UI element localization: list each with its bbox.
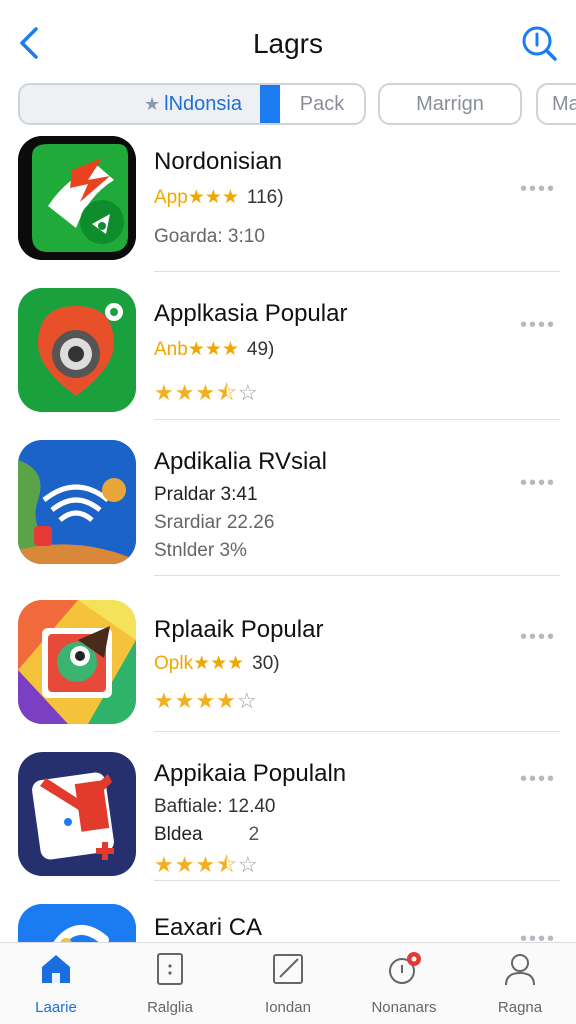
- document-icon: [157, 953, 183, 985]
- app-rating-text: App★★★ 116): [154, 186, 284, 209]
- chip-marrign[interactable]: Marrign: [378, 83, 522, 125]
- chip-label: lNdonsia: [164, 92, 242, 115]
- page-title: Lagrs: [252, 28, 324, 59]
- chip-indonesia[interactable]: ★ lNdonsia: [18, 83, 292, 125]
- app-detail: Baftiale: 12.40: [154, 796, 276, 817]
- more-options-button[interactable]: ••••: [520, 768, 556, 791]
- app-name: Apdikalia RVsial: [154, 448, 327, 475]
- header: Lagrs: [0, 0, 576, 80]
- divider: [154, 419, 560, 420]
- ellipsis-icon: ••••: [519, 768, 556, 790]
- star-rating: ★★★★☆: [154, 688, 258, 713]
- tab-label: Ralglia: [147, 999, 193, 1016]
- list-item[interactable]: Eaxari CA ••••: [0, 904, 576, 942]
- app-name: Rplaaik Popular: [154, 616, 324, 643]
- home-icon: [42, 955, 70, 983]
- tab-ralglia[interactable]: Ralglia: [120, 951, 220, 1021]
- chip-label: Pack: [299, 92, 345, 115]
- detail-label: Bldea: [154, 824, 203, 845]
- ellipsis-icon: ••••: [519, 314, 556, 336]
- app-list: Nordonisian App★★★ 116) Goarda: 3:10 ••••…: [0, 130, 576, 942]
- rating-count: 116): [246, 187, 284, 208]
- more-options-button[interactable]: ••••: [520, 626, 556, 649]
- divider: [154, 575, 560, 576]
- filter-chips: ★ lNdonsia Pack Marrign Ma: [18, 83, 576, 127]
- app-name: Eaxari CA: [154, 914, 263, 941]
- tab-bar: Laarie Ralglia Iondan Nonanars Ragna: [0, 942, 576, 1024]
- tab-label: Nonanars: [371, 999, 437, 1016]
- app-icon: [18, 440, 136, 564]
- tab-iondan[interactable]: Iondan: [238, 951, 338, 1021]
- rating-label: Oplk★★★: [154, 653, 245, 674]
- list-item[interactable]: Nordonisian App★★★ 116) Goarda: 3:10 ••••: [0, 136, 576, 276]
- chip-pack[interactable]: Pack: [280, 83, 366, 125]
- chip-label: Ma: [552, 92, 576, 115]
- app-icon: [18, 904, 136, 942]
- star-icon: ★: [144, 93, 161, 114]
- app-detail: Praldar 3:41: [154, 484, 258, 505]
- ellipsis-icon: ••••: [519, 626, 556, 648]
- tab-label: Iondan: [265, 999, 311, 1016]
- edit-icon: [273, 954, 303, 984]
- app-icon: [18, 288, 136, 412]
- ellipsis-icon: ••••: [519, 472, 556, 494]
- ellipsis-icon: ••••: [519, 928, 556, 942]
- divider: [154, 271, 560, 272]
- profile-icon: [505, 954, 535, 986]
- more-options-button[interactable]: ••••: [520, 314, 556, 337]
- chip-label: Marrign: [416, 92, 484, 115]
- tab-ragna[interactable]: Ragna: [470, 951, 570, 1021]
- app-detail: Goarda: 3:10: [154, 226, 265, 247]
- list-item[interactable]: Apdikalia RVsial Praldar 3:41 Srardiar 2…: [0, 440, 576, 590]
- app-icon: [18, 752, 136, 876]
- more-options-button[interactable]: ••••: [520, 928, 556, 942]
- list-item[interactable]: Appikaia Populaln Baftiale: 12.40 Bldea 2…: [0, 752, 576, 902]
- more-options-button[interactable]: ••••: [520, 472, 556, 495]
- rating-count: 49): [246, 339, 275, 360]
- app-name: Appikaia Populaln: [154, 760, 347, 787]
- search-button[interactable]: [520, 24, 558, 62]
- divider: [154, 880, 560, 881]
- app-detail: Srardiar 22.26: [154, 512, 275, 533]
- rating-label: Anb★★★: [154, 339, 239, 360]
- tab-nonanars[interactable]: Nonanars: [354, 951, 454, 1021]
- app-name: Nordonisian: [154, 148, 283, 175]
- chip-ma[interactable]: Ma: [536, 83, 576, 125]
- list-item[interactable]: Applkasia Popular Anb★★★ 49) ★★★⯪☆ ••••: [0, 288, 576, 428]
- ellipsis-icon: ••••: [519, 178, 556, 200]
- tab-label: Laarie: [35, 999, 77, 1016]
- app-rating-text: Oplk★★★ 30): [154, 652, 280, 675]
- app-icon: [18, 600, 136, 724]
- app-detail: Stnlder 3%: [154, 540, 247, 561]
- app-detail: Bldea 2: [154, 824, 259, 846]
- rating-count: 30): [252, 653, 280, 674]
- star-rating: ★★★⯪☆: [154, 380, 259, 405]
- app-rating-text: Anb★★★ 49): [154, 338, 274, 361]
- tab-label: Ragna: [497, 999, 543, 1016]
- rating-label: App★★★: [154, 187, 239, 208]
- app-name: Applkasia Popular: [154, 300, 348, 327]
- detail-value: 2: [248, 824, 260, 845]
- more-options-button[interactable]: ••••: [520, 178, 556, 201]
- tab-laarie[interactable]: Laarie: [6, 951, 106, 1021]
- app-icon: [18, 136, 136, 260]
- divider: [154, 731, 560, 732]
- search-icon: [522, 26, 557, 61]
- notification-icon: [389, 952, 421, 984]
- list-item[interactable]: Rplaaik Popular Oplk★★★ 30) ★★★★☆ ••••: [0, 600, 576, 750]
